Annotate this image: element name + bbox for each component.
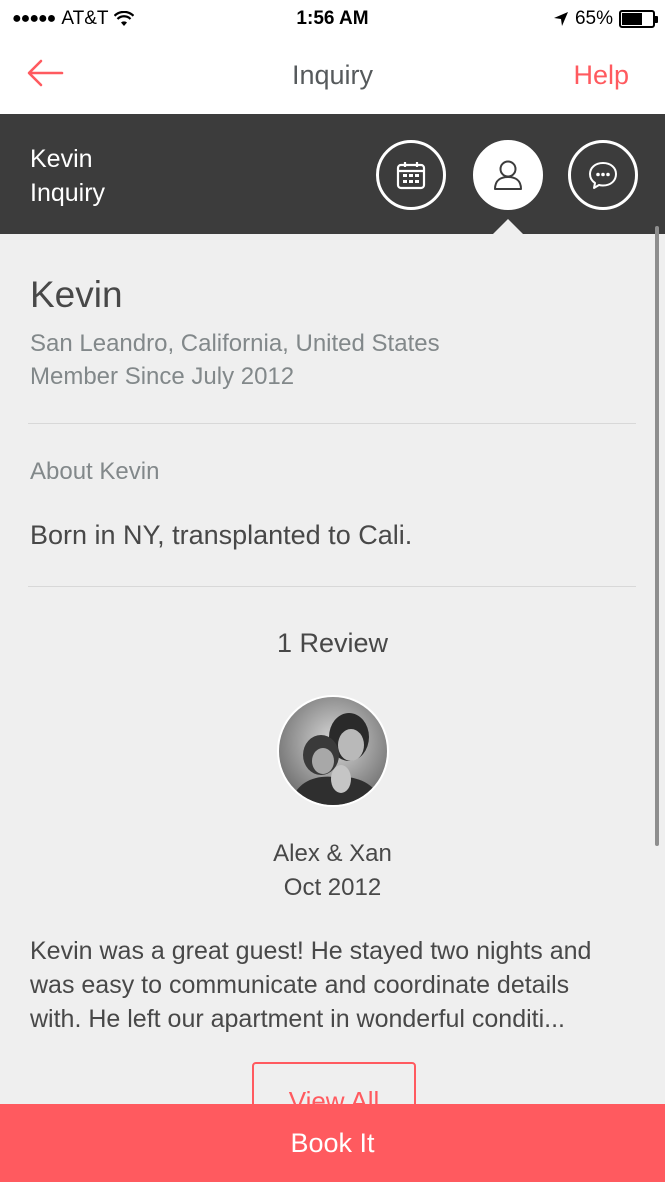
reviewer-name: Alex & Xan	[273, 840, 392, 867]
reviewer-avatar[interactable]	[277, 695, 389, 807]
profile-tab-button[interactable]	[473, 140, 543, 210]
calendar-icon	[396, 162, 426, 190]
message-tab-button[interactable]	[568, 140, 638, 210]
review-count: 1 Review	[276, 628, 389, 658]
reservation-status: Inquiry	[30, 179, 106, 207]
divider	[28, 586, 636, 587]
page-title: Inquiry	[291, 60, 374, 90]
status-right: 65%	[553, 8, 658, 30]
battery-percent: 65%	[574, 8, 613, 29]
review-date: Oct 2012	[283, 874, 382, 901]
book-it-button[interactable]: Book It	[0, 1104, 665, 1182]
scrollbar[interactable]	[655, 226, 659, 846]
active-tab-indicator	[493, 219, 523, 234]
profile-location: San Leandro, California, United States	[30, 330, 440, 357]
location-arrow-icon	[553, 12, 568, 26]
thread-header: Kevin Inquiry	[0, 114, 665, 234]
navigation-bar: Inquiry Help	[0, 38, 665, 114]
calendar-tab-button[interactable]	[376, 140, 446, 210]
profile-name: Kevin	[30, 274, 123, 315]
divider	[28, 423, 636, 424]
reviewer-photo	[279, 697, 387, 805]
guest-name: Kevin	[30, 145, 93, 173]
battery-fill	[622, 13, 642, 25]
battery-icon	[619, 10, 658, 28]
status-bar: ●●●●● AT&T 1:56 AM 65%	[0, 0, 665, 38]
message-icon	[589, 162, 617, 189]
member-since: Member Since July 2012	[30, 363, 295, 390]
review-text: Kevin was a great guest! He stayed two n…	[30, 937, 592, 1033]
about-heading: About Kevin	[30, 458, 160, 485]
profile-icon	[494, 160, 522, 190]
about-text: Born in NY, transplanted to Cali.	[30, 520, 413, 550]
help-link[interactable]: Help	[573, 60, 629, 91]
